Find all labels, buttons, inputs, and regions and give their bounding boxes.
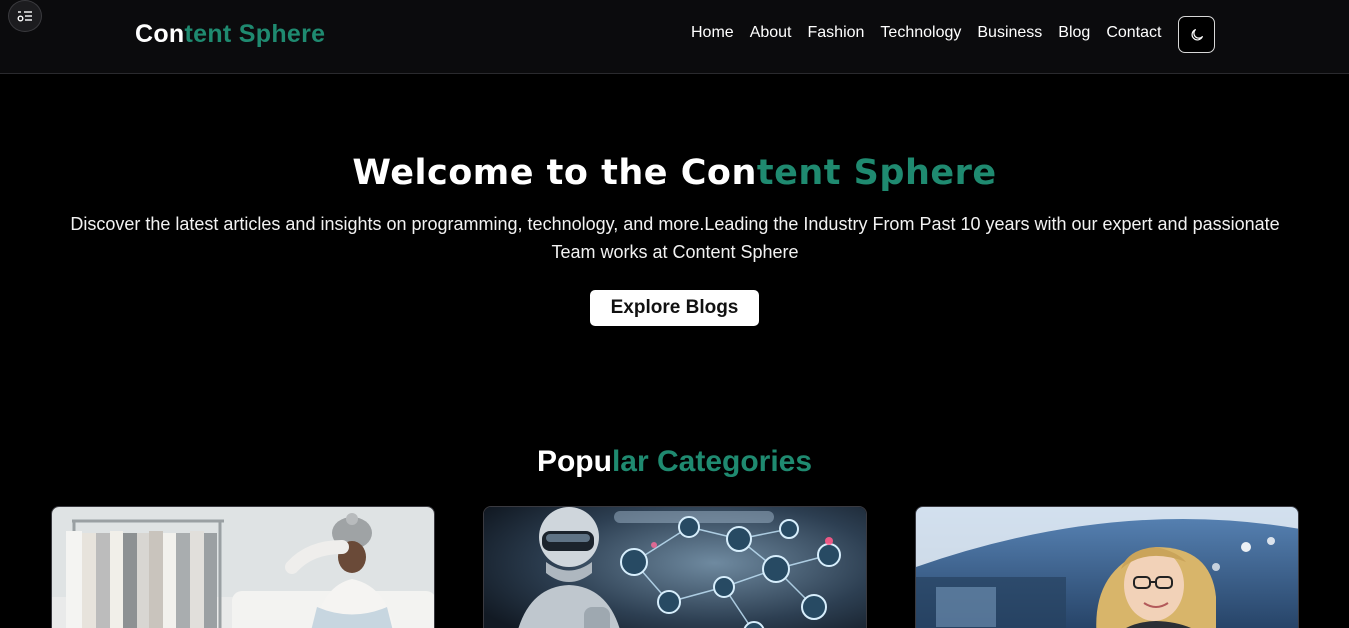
hero-title-part-2: tent Sphere	[756, 153, 997, 193]
hero-title-part-1: Welcome to the Con	[352, 153, 757, 193]
theme-toggle-button[interactable]	[1178, 16, 1215, 53]
explore-blogs-button[interactable]: Explore Blogs	[590, 290, 759, 326]
section-title-part-1: Popu	[536, 445, 612, 478]
technology-image	[484, 507, 866, 628]
category-card-technology[interactable]	[483, 506, 867, 628]
nav-link-home[interactable]: Home	[691, 24, 734, 42]
hero-title: Welcome to the Content Sphere	[0, 153, 1349, 193]
page: Content Sphere Home About Fashion Techno…	[0, 0, 1349, 628]
nav-link-technology[interactable]: Technology	[880, 24, 961, 42]
popular-categories-heading: Popular Categories	[0, 445, 1349, 479]
business-image	[916, 507, 1298, 628]
category-card-fashion[interactable]	[51, 506, 435, 628]
nav-link-about[interactable]: About	[750, 24, 792, 42]
nav-link-fashion[interactable]: Fashion	[808, 24, 865, 42]
nav-link-business[interactable]: Business	[977, 24, 1042, 42]
hero-description: Discover the latest articles and insight…	[70, 214, 1280, 262]
brand-part-2: tent Sphere	[184, 20, 326, 48]
fashion-image	[52, 507, 434, 628]
navbar: Content Sphere Home About Fashion Techno…	[0, 0, 1349, 74]
menu-toggle-icon	[17, 11, 32, 22]
nav-menu: Home About Fashion Technology Business B…	[691, 24, 1161, 42]
brand-logo[interactable]: Content Sphere	[135, 20, 325, 49]
category-card-business[interactable]	[915, 506, 1299, 628]
section-title-part-2: lar Categories	[611, 445, 813, 478]
menu-toggle-button[interactable]	[8, 0, 42, 32]
brand-part-1: Con	[135, 20, 185, 48]
moon-icon	[1191, 28, 1203, 40]
nav-link-contact[interactable]: Contact	[1106, 24, 1161, 42]
nav-link-blog[interactable]: Blog	[1058, 24, 1090, 42]
